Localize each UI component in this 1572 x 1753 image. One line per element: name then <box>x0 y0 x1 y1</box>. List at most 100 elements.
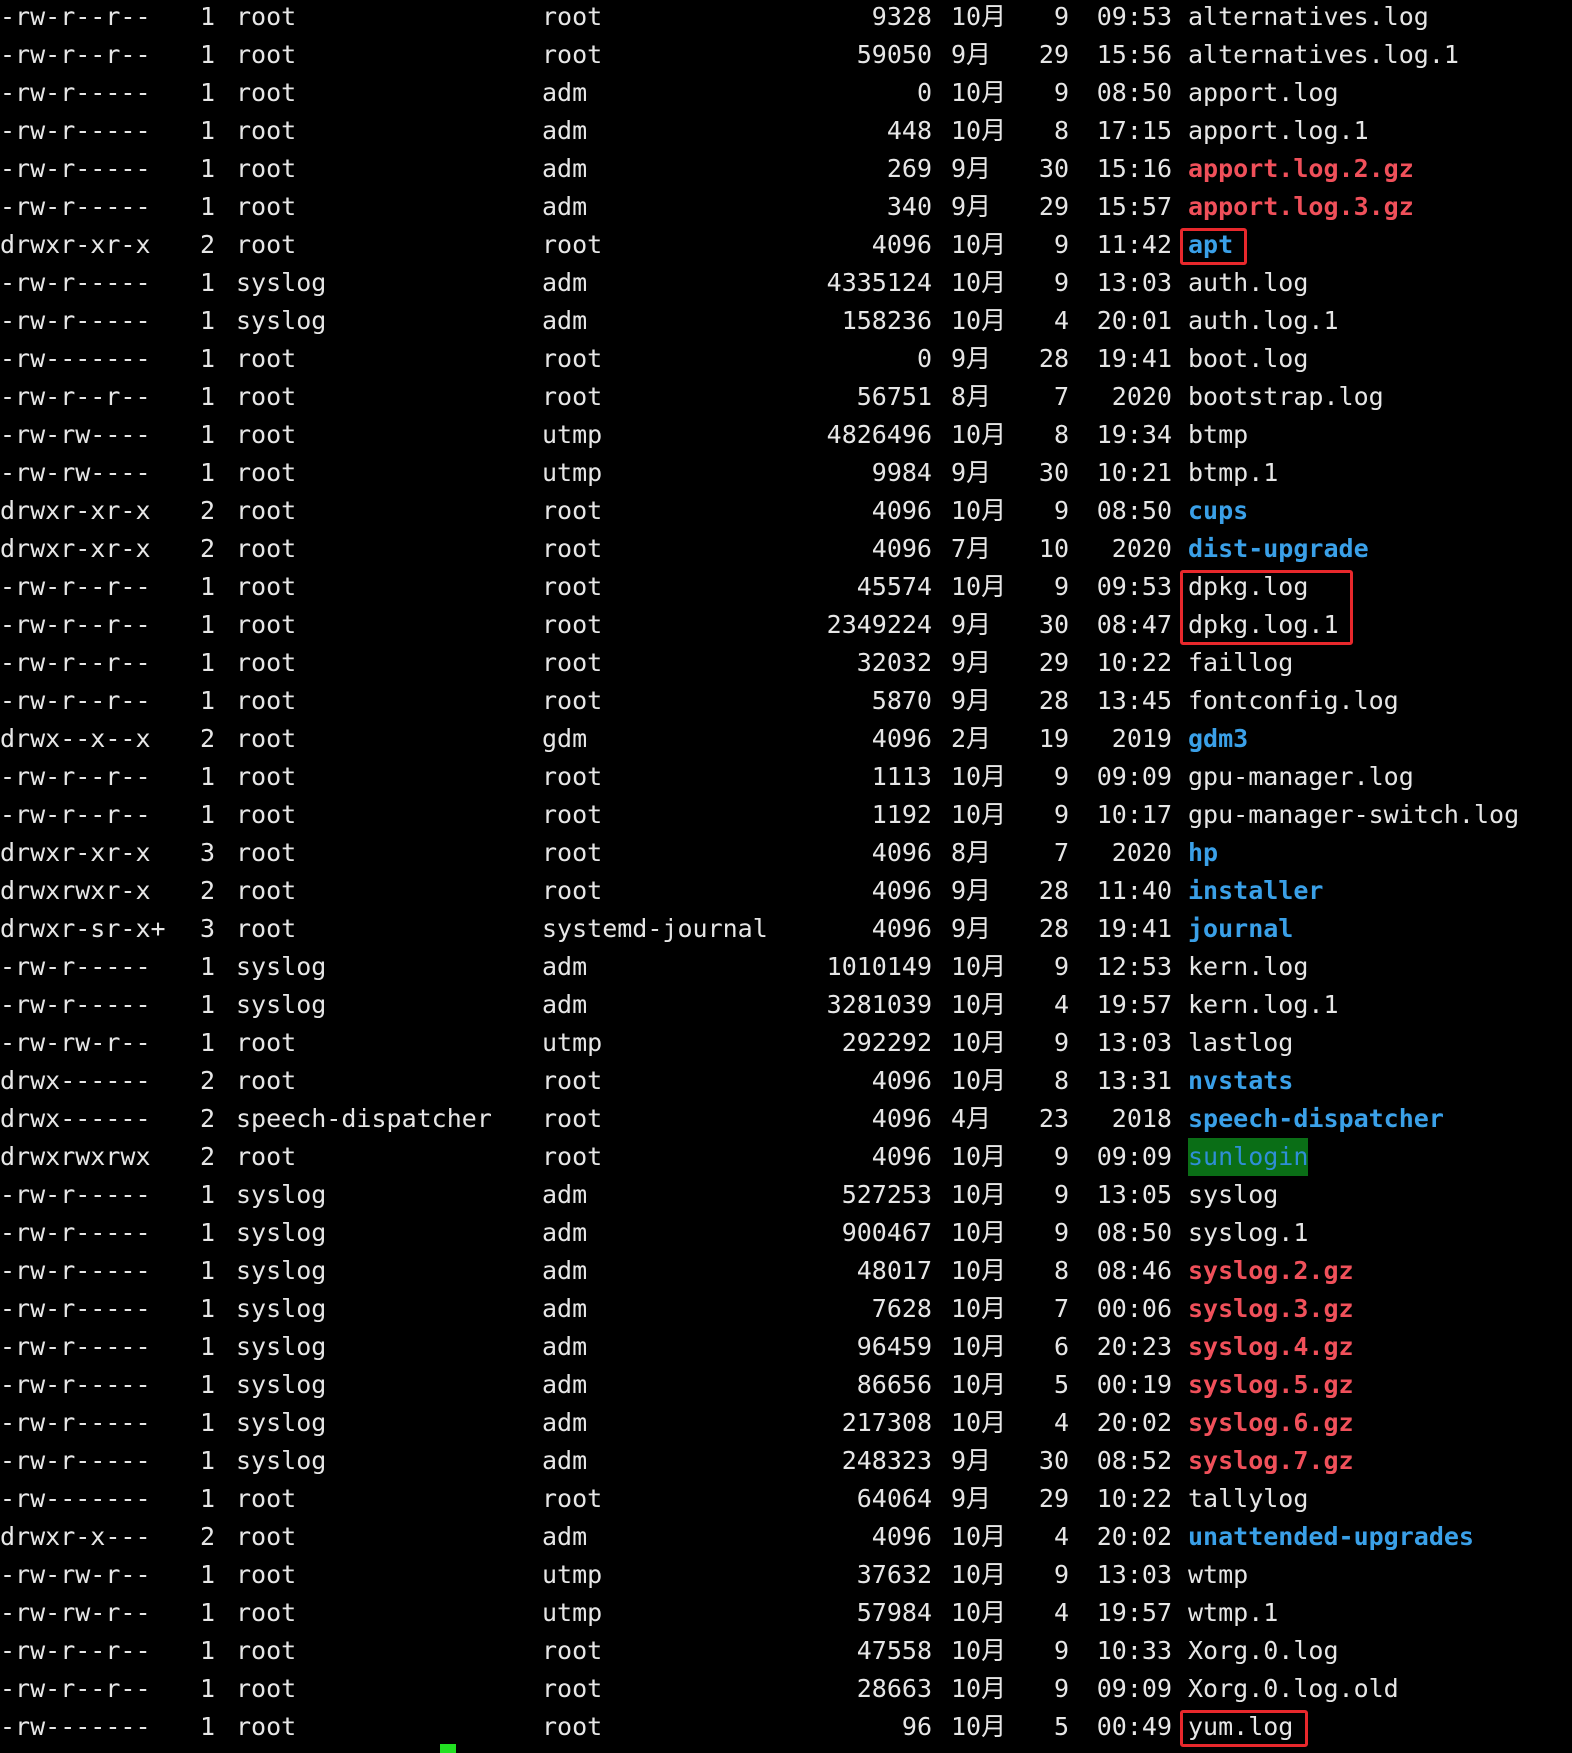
file-name[interactable]: btmp.1 <box>1188 454 1278 492</box>
file-name[interactable]: wtmp <box>1188 1556 1248 1594</box>
file-name[interactable]: kern.log.1 <box>1188 986 1339 1024</box>
file-name[interactable]: Xorg.0.log <box>1188 1632 1339 1670</box>
file-name[interactable]: apport.log.1 <box>1188 112 1369 150</box>
mod-time-cell: 13:03 <box>1080 264 1172 302</box>
listing-row[interactable]: -rw-rw-r-- 1 root utmp 57984 10月 4 19:57 wtmp.1 <box>0 1594 1572 1632</box>
file-name[interactable]: syslog.1 <box>1188 1214 1308 1252</box>
listing-row[interactable]: -rw-r----- 1 root adm 269 9月 30 15:16 apport.log… <box>0 150 1572 188</box>
permissions: -rw-rw-r-- <box>0 1598 151 1627</box>
directory-name[interactable]: installer <box>1188 872 1323 910</box>
directory-name[interactable]: nvstats <box>1188 1062 1293 1100</box>
file-name[interactable]: gpu-manager.log <box>1188 758 1414 796</box>
group: adm <box>542 1332 588 1361</box>
directory-name[interactable]: speech-dispatcher <box>1188 1100 1444 1138</box>
listing-row[interactable]: -rw-r----- 1 syslog adm 48017 10月 8 08:46 syslog… <box>0 1252 1572 1290</box>
mod-time-cell: 10:33 <box>1080 1632 1172 1670</box>
file-name[interactable]: kern.log <box>1188 948 1308 986</box>
file-name[interactable]: auth.log <box>1188 264 1308 302</box>
permissions: -rw-rw---- <box>0 458 151 487</box>
directory-name[interactable]: hp <box>1188 834 1218 872</box>
listing-row[interactable]: -rw-r----- 1 root adm 340 9月 29 15:57 apport.log… <box>0 188 1572 226</box>
directory-name[interactable]: journal <box>1188 910 1293 948</box>
listing-row[interactable]: drwxr-xr-x 3 root root 4096 8月 7 2020 hp <box>0 834 1572 872</box>
file-name[interactable]: apport.log.2.gz <box>1188 150 1414 188</box>
listing-row[interactable]: drwxr-x--- 2 root adm 4096 10月 4 20:02 unattende… <box>0 1518 1572 1556</box>
permissions: -rw-r----- <box>0 1446 151 1475</box>
mod-day-cell: 29 <box>1020 36 1069 74</box>
file-name[interactable]: syslog.7.gz <box>1188 1442 1354 1480</box>
listing-row[interactable]: -rw-r----- 1 syslog adm 86656 10月 5 00:19 syslog… <box>0 1366 1572 1404</box>
listing-row[interactable]: -rw-r----- 1 syslog adm 3281039 10月 4 19:57 kern… <box>0 986 1572 1024</box>
listing-row[interactable]: drwxrwxr-x 2 root root 4096 9月 28 11:40 installe… <box>0 872 1572 910</box>
file-name[interactable]: syslog.6.gz <box>1188 1404 1354 1442</box>
file-name[interactable]: tallylog <box>1188 1480 1308 1518</box>
listing-row[interactable]: -rw-r--r-- 1 root root 5870 9月 28 13:45 fontconf… <box>0 682 1572 720</box>
listing-row[interactable]: -rw-r--r-- 1 root root 1113 10月 9 09:09 gpu-mana… <box>0 758 1572 796</box>
listing-row[interactable]: -rw-r--r-- 1 root root 59050 9月 29 15:56 alterna… <box>0 36 1572 74</box>
listing-row[interactable]: drwx--x--x 2 root gdm 4096 2月 19 2019 gdm3 <box>0 720 1572 758</box>
mod-time: 19:34 <box>1096 420 1172 449</box>
listing-row[interactable]: -rw-r----- 1 root adm 0 10月 9 08:50 apport.log <box>0 74 1572 112</box>
file-name[interactable]: alternatives.log.1 <box>1188 36 1459 74</box>
terminal-window[interactable]: -rw-r--r-- 1 root root 9328 10月 9 09:53 alternat… <box>0 0 1572 1753</box>
directory-name[interactable]: sunlogin <box>1188 1138 1309 1176</box>
listing-row[interactable]: -rw------- 1 root root 0 9月 28 19:41 boot.log <box>0 340 1572 378</box>
listing-row[interactable]: -rw-r----- 1 syslog adm 217308 10月 4 20:02 syslo… <box>0 1404 1572 1442</box>
listing-row[interactable]: drwxr-sr-x+ 3 root systemd-journal 4096 9月 28 1… <box>0 910 1572 948</box>
listing-row[interactable]: -rw-rw-r-- 1 root utmp 37632 10月 9 13:03 wtmp <box>0 1556 1572 1594</box>
listing-row[interactable]: -rw-r--r-- 1 root root 32032 9月 29 10:22 faillog <box>0 644 1572 682</box>
file-name[interactable]: lastlog <box>1188 1024 1293 1062</box>
listing-row[interactable]: -rw-r----- 1 root adm 448 10月 8 17:15 apport.log… <box>0 112 1572 150</box>
file-name[interactable]: syslog.5.gz <box>1188 1366 1354 1404</box>
listing-row[interactable]: -rw-rw---- 1 root utmp 4826496 10月 8 19:34 btmp <box>0 416 1572 454</box>
listing-row[interactable]: -rw------- 1 root root 96 10月 5 00:49 yum.log <box>0 1708 1572 1746</box>
listing-row[interactable]: drwx------ 2 speech-dispatcher root 4096 4月 23… <box>0 1100 1572 1138</box>
link-count: 1 <box>200 1256 216 1285</box>
file-name[interactable]: syslog.4.gz <box>1188 1328 1354 1366</box>
group: adm <box>542 306 588 335</box>
file-name[interactable]: faillog <box>1188 644 1293 682</box>
file-name[interactable]: auth.log.1 <box>1188 302 1339 340</box>
directory-name[interactable]: unattended-upgrades <box>1188 1518 1474 1556</box>
file-name[interactable]: apport.log.3.gz <box>1188 188 1414 226</box>
file-name[interactable]: bootstrap.log <box>1188 378 1384 416</box>
file-name[interactable]: alternatives.log <box>1188 0 1429 36</box>
mod-time-cell: 00:49 <box>1080 1708 1172 1746</box>
file-name[interactable]: gpu-manager-switch.log <box>1188 796 1519 834</box>
listing-row[interactable]: -rw-r--r-- 1 root root 1192 10月 9 10:17 gpu-mana… <box>0 796 1572 834</box>
file-name[interactable]: btmp <box>1188 416 1248 454</box>
file-name[interactable]: apport.log <box>1188 74 1339 112</box>
directory-name[interactable]: cups <box>1188 492 1248 530</box>
listing-row[interactable]: -rw-r----- 1 syslog adm 248323 9月 30 08:52 syslo… <box>0 1442 1572 1480</box>
listing-row[interactable]: -rw-rw-r-- 1 root utmp 292292 10月 9 13:03 lastlo… <box>0 1024 1572 1062</box>
file-name[interactable]: boot.log <box>1188 340 1308 378</box>
file-name[interactable]: wtmp.1 <box>1188 1594 1278 1632</box>
listing-row[interactable]: -rw-r----- 1 syslog adm 900467 10月 9 08:50 syslo… <box>0 1214 1572 1252</box>
listing-row[interactable]: -rw-r----- 1 syslog adm 4335124 10月 9 13:03 auth… <box>0 264 1572 302</box>
listing-row[interactable]: -rw-r----- 1 syslog adm 158236 10月 4 20:01 auth.… <box>0 302 1572 340</box>
listing-row[interactable]: drwx------ 2 root root 4096 10月 8 13:31 nvstats <box>0 1062 1572 1100</box>
file-name[interactable]: fontconfig.log <box>1188 682 1399 720</box>
listing-row[interactable]: -rw-r----- 1 syslog adm 1010149 10月 9 12:53 kern… <box>0 948 1572 986</box>
listing-row[interactable]: drwxr-xr-x 2 root root 4096 10月 9 11:42 apt <box>0 226 1572 264</box>
directory-name[interactable]: dist-upgrade <box>1188 530 1369 568</box>
mod-time: 20:02 <box>1096 1522 1172 1551</box>
listing-row[interactable]: drwxr-xr-x 2 root root 4096 7月 10 2020 dist-upgr… <box>0 530 1572 568</box>
file-name[interactable]: Xorg.0.log.old <box>1188 1670 1399 1708</box>
listing-row[interactable]: -rw------- 1 root root 64064 9月 29 10:22 tallylo… <box>0 1480 1572 1518</box>
permissions: drwxrwxr-x <box>0 876 151 905</box>
file-name[interactable]: syslog.2.gz <box>1188 1252 1354 1290</box>
listing-row[interactable]: -rw-r----- 1 syslog adm 7628 10月 7 00:06 syslog.… <box>0 1290 1572 1328</box>
listing-row[interactable]: -rw-rw---- 1 root utmp 9984 9月 30 10:21 btmp.1 <box>0 454 1572 492</box>
listing-row[interactable]: -rw-r----- 1 syslog adm 527253 10月 9 13:05 syslo… <box>0 1176 1572 1214</box>
listing-row[interactable]: drwxr-xr-x 2 root root 4096 10月 9 08:50 cups <box>0 492 1572 530</box>
listing-row[interactable]: -rw-r----- 1 syslog adm 96459 10月 6 20:23 syslog… <box>0 1328 1572 1366</box>
listing-row[interactable]: -rw-r--r-- 1 root root 28663 10月 9 09:09 Xorg.0.… <box>0 1670 1572 1708</box>
listing-row[interactable]: drwxrwxrwx 2 root root 4096 10月 9 09:09 sunlogin <box>0 1138 1572 1176</box>
file-name[interactable]: syslog.3.gz <box>1188 1290 1354 1328</box>
listing-row[interactable]: -rw-r--r-- 1 root root 9328 10月 9 09:53 alternat… <box>0 0 1572 36</box>
listing-row[interactable]: -rw-r--r-- 1 root root 56751 8月 7 2020 bootstrap… <box>0 378 1572 416</box>
file-name[interactable]: syslog <box>1188 1176 1278 1214</box>
directory-name[interactable]: gdm3 <box>1188 720 1248 758</box>
listing-row[interactable]: -rw-r--r-- 1 root root 47558 10月 9 10:33 Xorg.0.… <box>0 1632 1572 1670</box>
